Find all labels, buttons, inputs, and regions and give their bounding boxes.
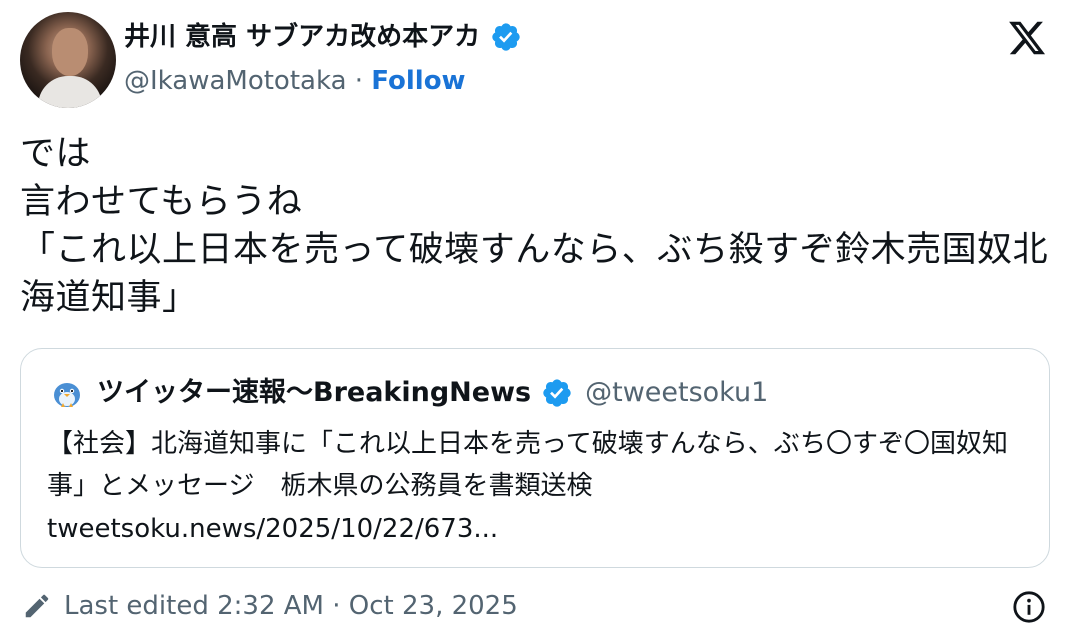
quote-link[interactable]: tweetsoku.news/2025/10/22/673... [47,509,498,549]
follow-button[interactable]: Follow [371,66,465,96]
avatar-face [52,28,88,76]
bird-avatar-icon [54,383,80,407]
quote-text: 【社会】北海道知事に「これ以上日本を売って破壊すんなら、ぶち〇すぞ〇国奴知事」と… [47,429,1008,501]
info-icon[interactable] [1012,590,1046,624]
verified-badge-icon [492,23,520,51]
quote-author-handle[interactable]: @tweetsoku1 [585,373,768,413]
tweet-footer: Last edited 2:32 AM · Oct 23, 2025 [22,586,518,626]
tweet-text: では 言わせてもらうね 「これ以上日本を売って破壊すんなら、ぶち殺すぞ鈴木売国奴… [20,134,1049,318]
author-handle[interactable]: @IkawaMototaka [124,66,347,96]
quote-verified-badge-icon [543,379,571,407]
avatar-shirt [38,76,102,108]
author-name-row[interactable]: 井川 意高 サブアカ改め本アカ [124,18,522,56]
quote-header: ツイッター速報〜BreakingNews @tweetsoku1 [47,373,768,413]
handle-separator: · [346,66,372,96]
x-logo-icon[interactable] [1005,18,1049,58]
quote-author-name[interactable]: ツイッター速報〜BreakingNews [97,373,531,413]
avatar[interactable] [20,12,116,108]
quoted-tweet-card[interactable]: ツイッター速報〜BreakingNews @tweetsoku1 【社会】北海道… [20,348,1050,568]
author-handle-row: @IkawaMototaka · Follow [124,63,466,99]
last-edited-label[interactable]: Last edited 2:32 AM · Oct 23, 2025 [64,586,518,626]
author-name[interactable]: 井川 意高 サブアカ改め本アカ [124,18,480,56]
pencil-icon [25,594,49,618]
